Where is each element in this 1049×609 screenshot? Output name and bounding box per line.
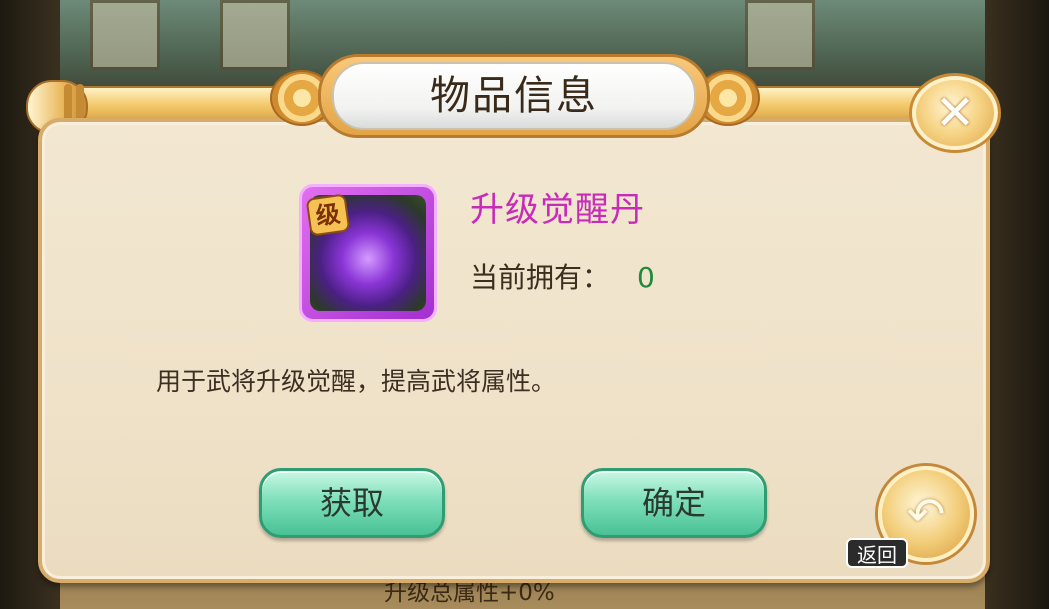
confirm-button[interactable]: 确定: [581, 468, 767, 538]
close-icon[interactable]: ✕: [912, 76, 998, 150]
background-banner: [90, 0, 160, 70]
item-name: 升级觉醒丹: [470, 190, 645, 230]
get-button[interactable]: 获取: [259, 468, 445, 538]
background-banner: [745, 0, 815, 70]
item-description: 用于武将升级觉醒，提高武将属性。: [156, 367, 557, 396]
background-banner: [220, 0, 290, 70]
dialog-title: 物品信息: [430, 73, 598, 119]
owned-count: 0: [637, 261, 655, 294]
level-badge: 级: [305, 193, 351, 237]
return-label[interactable]: 返回: [846, 538, 908, 568]
owned-label: 当前拥有：: [470, 261, 611, 294]
